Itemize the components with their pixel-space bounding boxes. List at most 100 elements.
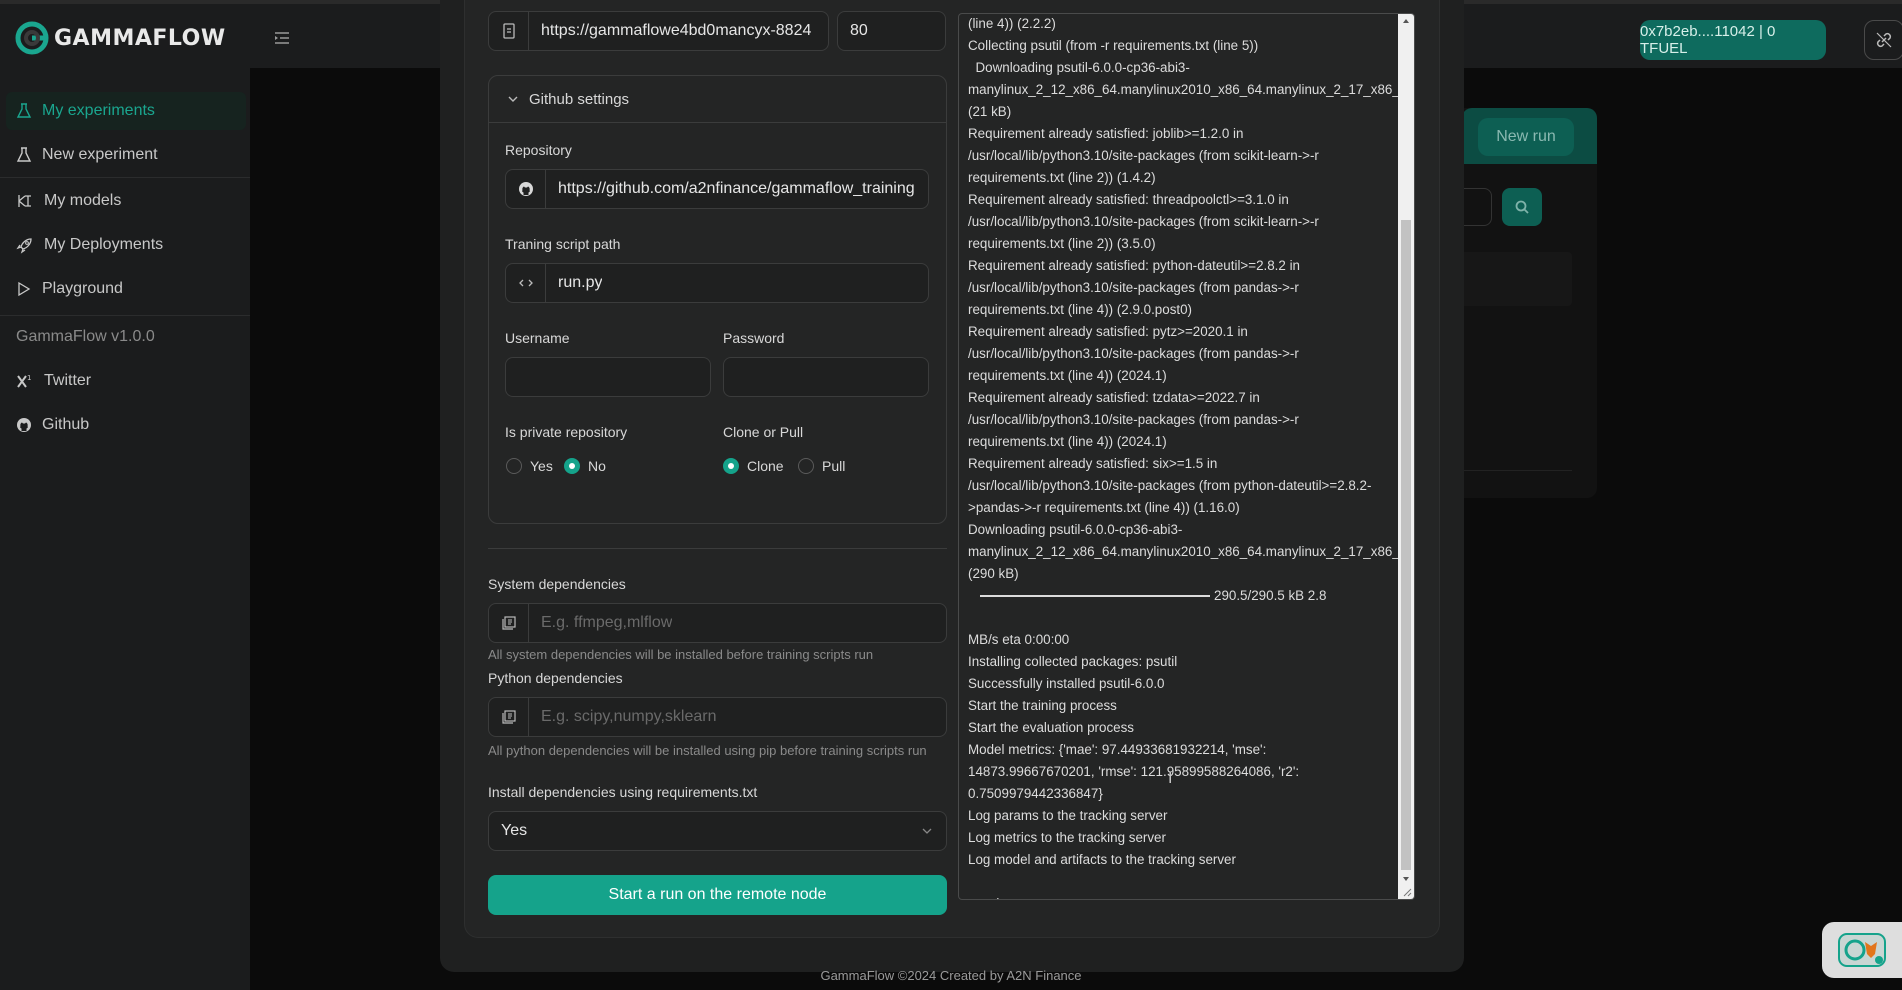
node-url-field[interactable]: https://gammaflowe4bd0mancyx-8824 [488,11,829,51]
package-icon [501,710,516,724]
clone-or-pull-label: Clone or Pull [723,424,804,440]
start-run-button[interactable]: Start a run on the remote node [488,875,947,915]
sidebar-item-label: My models [44,192,122,209]
sidebar-item-label: Playground [42,280,123,297]
sidebar-link-label: Twitter [44,372,92,389]
log-line: Downloading psutil-6.0.0-cp36-abi3-manyl… [968,522,1414,581]
username-field[interactable] [505,357,711,397]
node-port-field[interactable]: 80 [837,11,946,51]
log-line: Successfully installed psutil-6.0.0 [968,676,1165,691]
private-repo-label: Is private repository [505,424,628,440]
sidebar-item-my-experiments[interactable]: My experiments [6,92,246,130]
chevron-down-icon [922,828,932,834]
python-deps-addon [489,698,529,736]
flask-icon [16,147,32,162]
repository-field[interactable]: https://github.com/a2nfinance/gammaflow_… [505,169,929,209]
log-blank-line [968,607,1388,629]
download-progress-bar [980,595,1210,598]
sidebar-item-playground[interactable]: Playground [6,270,246,308]
python-deps-field[interactable]: E.g. scipy,numpy,sklearn [488,697,947,737]
sidebar-item-my-models[interactable]: My models [6,182,246,220]
text-cursor-icon: I [1168,770,1173,787]
log-line: Installing collected packages: psutil [968,654,1178,669]
footer: GammaFlow ©2024 Created by A2N Finance [0,968,1902,983]
log-progress-line: 290.5/290.5 kB 2.8 [968,585,1388,607]
system-deps-addon [489,604,529,642]
sidebar-link-github[interactable]: Github [6,406,246,444]
wallet-button[interactable]: 0x7b2eb....11042 | 0 TFUEL [1640,20,1826,60]
log-scrollbar[interactable] [1398,14,1414,899]
password-field[interactable] [723,357,929,397]
radio-clone[interactable]: Clone [723,458,784,474]
sidebar-link-twitter[interactable]: 1 Twitter [6,362,246,400]
log-line: Log metrics to the tracking server [968,830,1166,845]
new-run-button[interactable]: New run [1478,118,1574,156]
log-line: Requirement already satisfied: threadpoo… [968,192,1323,251]
package-icon [501,616,516,630]
requirements-select[interactable]: Yes [488,811,947,851]
log-scrollbar-thumb[interactable] [1401,220,1411,870]
disconnect-button[interactable] [1864,20,1902,60]
repository-label: Repository [505,142,572,158]
flask-icon [16,103,32,118]
radio-button[interactable] [506,458,522,474]
scroll-down-arrow-icon[interactable] [1398,872,1414,886]
log-line: Log params to the tracking server [968,808,1168,823]
log-line: Collecting psutil (from -r requirements.… [968,38,1259,53]
script-addon [506,264,546,302]
password-label: Password [723,330,785,346]
search-icon [1515,200,1529,214]
log-line: Requirement already satisfied: python-da… [968,258,1304,317]
sidebar-divider [0,315,250,316]
python-deps-help: All python dependencies will be installe… [488,743,927,758]
sidebar-item-new-experiment[interactable]: New experiment [6,136,246,174]
github-settings-header[interactable]: Github settings [489,76,946,123]
username-label: Username [505,330,570,346]
radio-label: Pull [822,458,846,474]
log-line: Start the training process [968,698,1117,713]
github-settings-title: Github settings [529,90,630,108]
play-icon [18,281,31,297]
radio-private-no[interactable]: No [564,458,606,474]
radio-private-yes[interactable]: Yes [506,458,553,474]
log-line: Log model and artifacts to the tracking … [968,852,1236,867]
resize-handle-icon[interactable] [1400,885,1412,897]
x-twitter-icon: 1 [17,374,31,388]
sidebar: My experiments New experiment My models … [0,68,250,990]
scroll-up-arrow-icon[interactable] [1398,14,1414,28]
log-line: --end-process-- [968,893,1388,899]
radio-button-selected[interactable] [564,458,580,474]
svg-text:1: 1 [27,374,31,382]
radio-button-selected[interactable] [723,458,739,474]
sidebar-item-my-deployments[interactable]: My Deployments [6,226,246,264]
system-deps-placeholder: E.g. ffmpeg,mlflow [541,614,673,631]
log-line: Requirement already satisfied: six>=1.5 … [968,456,1372,515]
python-deps-label: Python dependencies [488,670,623,686]
log-line: Requirement already satisfied: pytz>=202… [968,324,1303,383]
logo[interactable]: GAMMAFLOW [14,20,226,56]
chevron-down-icon [508,96,518,102]
radio-label: Yes [530,458,553,474]
server-icon [502,23,515,39]
requirements-label: Install dependencies using requirements.… [488,784,758,800]
menu-fold-icon[interactable] [272,28,292,48]
radio-button[interactable] [798,458,814,474]
download-progress-text: 290.5/290.5 kB 2.8 [1214,588,1327,603]
system-deps-field[interactable]: E.g. ffmpeg,mlflow [488,603,947,643]
radio-pull[interactable]: Pull [798,458,845,474]
system-deps-help: All system dependencies will be installe… [488,647,874,662]
node-addon [489,12,529,50]
section-divider [488,548,947,549]
github-icon [518,182,533,196]
log-line: MB/s eta 0:00:00 [968,632,1070,647]
rocket-icon [16,238,32,254]
disconnect-link-icon [1876,32,1892,48]
gammaflow-logo-icon [15,21,49,55]
run-log-output[interactable]: (line 4)) (2.2.2) Collecting psutil (from… [958,13,1415,900]
script-path-label: Traning script path [505,236,621,252]
background-search-button[interactable] [1502,188,1542,226]
gammaflow-fox-badge-icon [1838,933,1886,967]
logo-text: GAMMAFLOW [54,25,226,51]
floating-app-badge[interactable] [1822,922,1902,978]
script-path-field[interactable]: run.py [505,263,929,303]
